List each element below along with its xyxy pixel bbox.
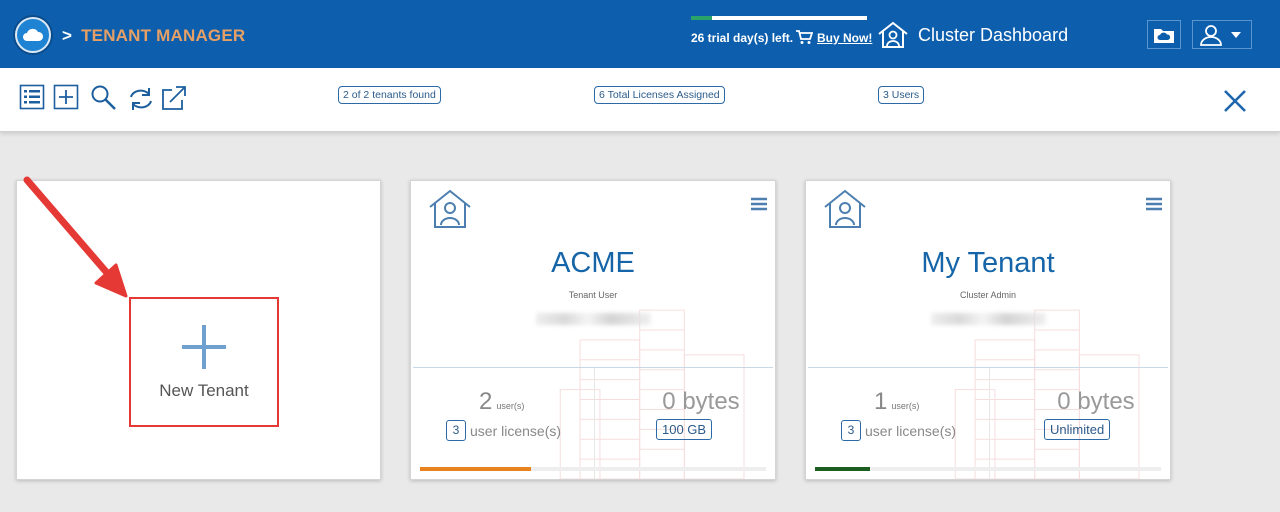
- card-divider: [808, 367, 1168, 368]
- cloud-logo-icon[interactable]: [15, 17, 51, 53]
- list-view-icon[interactable]: [19, 84, 45, 115]
- license-row: 3 user license(s): [841, 420, 956, 441]
- storage-quota-badge: 100 GB: [656, 419, 713, 440]
- license-row: 3 user license(s): [446, 420, 561, 441]
- user-count: 2 user(s): [479, 388, 525, 415]
- tenant-card: My Tenant Cluster Admin 1 user(s) 3 user …: [805, 180, 1171, 480]
- trial-progress-bar: [691, 16, 867, 20]
- tenant-name[interactable]: My Tenant: [806, 247, 1170, 280]
- page-title: TENANT MANAGER: [81, 26, 246, 45]
- tenant-home-icon: [822, 188, 868, 235]
- plus-icon: [182, 325, 226, 369]
- tenant-progress-bar: [420, 467, 766, 471]
- storage-used: 0 bytes: [1057, 388, 1135, 415]
- add-icon[interactable]: [53, 84, 79, 115]
- tenant-progress-fill: [420, 467, 531, 471]
- blurred-email: [536, 313, 651, 325]
- search-icon[interactable]: [90, 84, 118, 117]
- new-tenant-card: New Tenant: [16, 180, 381, 480]
- cluster-dashboard-label: Cluster Dashboard: [918, 24, 1069, 45]
- cloud-folder-icon: [1154, 28, 1174, 43]
- license-label: user license(s): [865, 422, 957, 439]
- card-divider: [413, 367, 773, 368]
- tenant-progress-bar: [815, 467, 1161, 471]
- tenant-home-icon: [427, 188, 473, 235]
- export-icon[interactable]: [160, 84, 188, 117]
- breadcrumb-separator: >: [62, 26, 73, 45]
- cloud-folder-button[interactable]: [1147, 20, 1181, 49]
- tenant-card: ACME Tenant User 2 user(s) 3 user license…: [410, 180, 776, 480]
- license-label: user license(s): [470, 422, 562, 439]
- hamburger-menu-icon[interactable]: [751, 197, 767, 216]
- close-icon[interactable]: [1222, 88, 1248, 119]
- license-count-badge: 3: [841, 420, 861, 441]
- licenses-assigned-badge: 6 Total Licenses Assigned: [594, 86, 725, 104]
- blurred-email: [931, 313, 1046, 325]
- new-tenant-button[interactable]: New Tenant: [129, 297, 279, 427]
- storage-quota-badge: Unlimited: [1044, 419, 1111, 440]
- top-header: > TENANT MANAGER 26 trial day(s) left. B…: [0, 0, 1280, 68]
- cluster-dashboard-link[interactable]: Cluster Dashboard: [876, 21, 1068, 49]
- license-count-badge: 3: [446, 420, 466, 441]
- toolbar: 2 of 2 tenants found 6 Total Licenses As…: [0, 68, 1280, 132]
- trial-days-text: 26 trial day(s) left.: [691, 31, 794, 45]
- users-unit: user(s): [891, 401, 920, 411]
- tenant-progress-fill: [815, 467, 871, 471]
- card-vertical-divider: [594, 368, 595, 479]
- user-count: 1 user(s): [874, 388, 920, 415]
- storage-used: 0 bytes: [662, 388, 740, 415]
- card-vertical-divider: [989, 368, 990, 479]
- user-dropdown-icon: [1200, 24, 1241, 46]
- shopping-cart-icon[interactable]: [795, 29, 814, 50]
- tenant-name[interactable]: ACME: [411, 247, 775, 280]
- users-count-badge: 3 Users: [878, 86, 925, 104]
- tenant-role: Tenant User: [568, 290, 618, 300]
- buy-now-link[interactable]: Buy Now!: [817, 31, 872, 45]
- breadcrumb: > TENANT MANAGER: [62, 26, 245, 46]
- users-unit: user(s): [496, 401, 525, 411]
- new-tenant-label: New Tenant: [159, 381, 249, 400]
- hamburger-menu-icon[interactable]: [1146, 197, 1162, 216]
- tenants-found-badge: 2 of 2 tenants found: [338, 86, 441, 104]
- refresh-icon[interactable]: [127, 86, 155, 117]
- tenant-role: Cluster Admin: [959, 290, 1017, 300]
- user-menu-button[interactable]: [1192, 20, 1252, 49]
- cluster-home-icon: [878, 21, 908, 48]
